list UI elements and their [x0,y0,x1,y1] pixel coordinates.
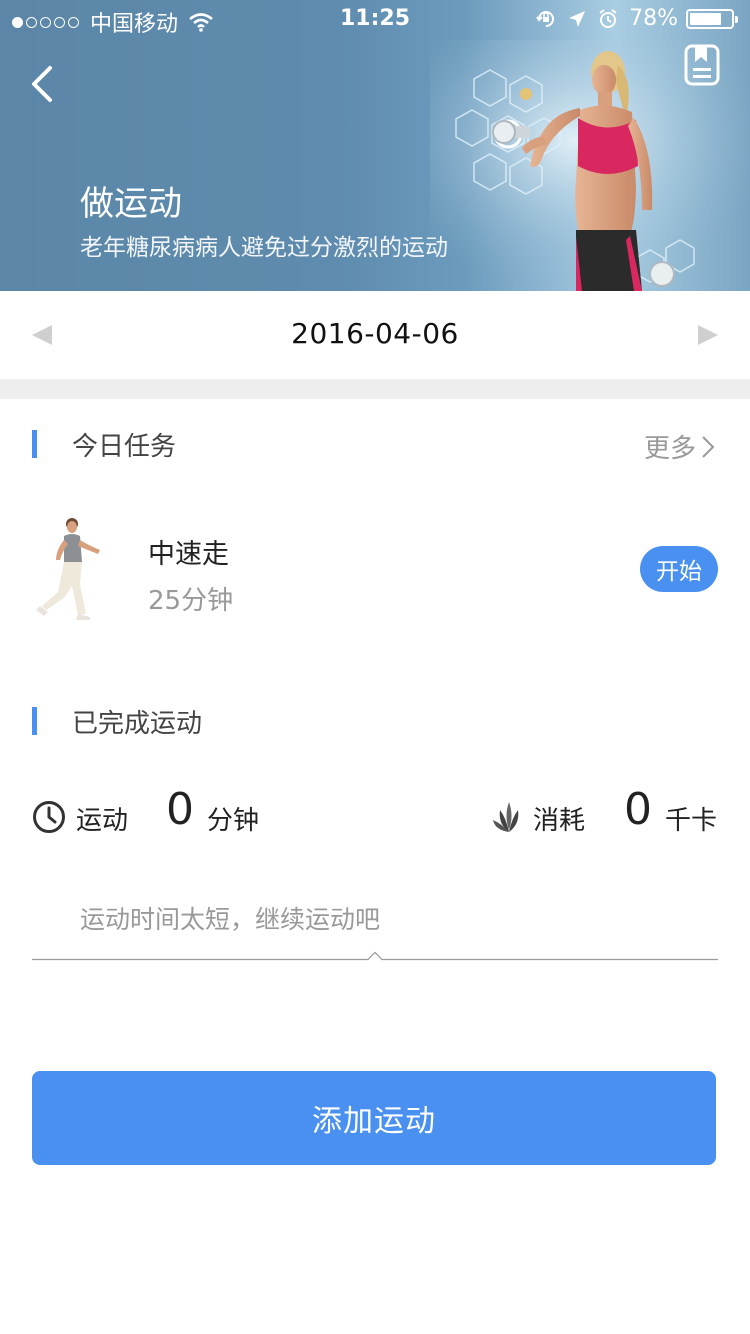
battery-fill [690,12,722,25]
bookmark-icon[interactable] [684,44,720,86]
back-chevron-icon[interactable] [24,62,64,106]
battery-icon [686,8,738,29]
rotation-lock-icon [536,10,555,27]
consumption-label: 消耗 [533,806,586,836]
task-duration: 25分钟 [148,586,234,616]
consumption-value: 0 [624,784,652,835]
exercise-value: 0 [166,784,194,835]
status-bar: 中国移动 11:25 78% [0,0,750,40]
today-tasks-title: 今日任务 [72,432,177,462]
page-subtitle: 老年糖尿病病人避免过分激烈的运动 [80,235,448,261]
add-exercise-button[interactable]: 添加运动 [32,1071,716,1165]
walking-man-image [36,518,100,620]
status-right: 78% [535,6,738,31]
hint-text: 运动时间太短，继续运动吧 [80,905,381,934]
section-accent-bar [32,707,37,735]
consumption-unit: 千卡 [665,806,718,836]
page-title: 做运动 [80,184,182,224]
selected-date: 2016-04-06 [291,317,459,350]
exercise-unit: 分钟 [207,806,260,836]
completed-title: 已完成运动 [72,709,203,739]
section-accent-bar [32,430,37,458]
hint-underline [32,951,718,961]
section-divider [0,379,750,399]
triangle-right-icon[interactable] [696,323,720,347]
task-name: 中速走 [148,539,229,570]
more-label: 更多 [644,434,697,464]
alarm-icon [599,8,617,28]
location-arrow-icon [569,10,586,27]
header-banner: 中国移动 11:25 78% 做运动 老年糖尿病病人避免过分激烈的运动 [0,0,750,291]
chevron-right-icon [702,435,715,458]
more-link[interactable]: 更多 [644,428,716,465]
start-button[interactable]: 开始 [640,546,718,592]
leaf-flame-icon [493,802,519,832]
date-selector: 2016-04-06 [0,291,750,379]
battery-percent: 78% [629,6,678,31]
clock-icon [33,801,65,833]
exercise-label: 运动 [76,806,129,836]
